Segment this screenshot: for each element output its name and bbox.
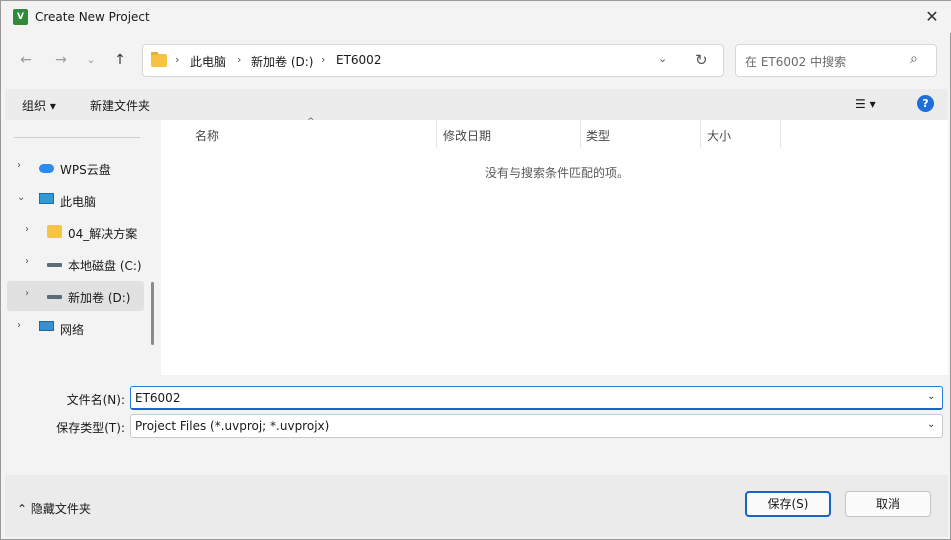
- cloud-icon: [39, 164, 54, 173]
- column-header-type[interactable]: 类型: [586, 127, 610, 144]
- filename-field[interactable]: ET6002 ⌄: [130, 386, 943, 410]
- cancel-button[interactable]: 取消: [845, 491, 931, 517]
- folder-icon: [151, 52, 167, 67]
- chevron-down-icon[interactable]: ⌄: [927, 419, 935, 430]
- forward-button[interactable]: →: [50, 49, 72, 71]
- breadcrumb-separator: ›: [321, 53, 326, 66]
- dialog-footer: ⌃ 隐藏文件夹 保存(S) 取消: [5, 475, 948, 537]
- tree-item-drive-d[interactable]: › 新加卷 (D:): [7, 281, 144, 311]
- app-icon: V: [13, 9, 28, 25]
- drive-icon: [47, 263, 62, 267]
- tree-item-label: 新加卷 (D:): [68, 291, 131, 305]
- hide-folders-toggle[interactable]: ⌃ 隐藏文件夹: [17, 500, 91, 517]
- breadcrumb-separator: ›: [237, 53, 242, 66]
- search-box[interactable]: 在 ET6002 中搜索 ⌕: [735, 44, 937, 77]
- create-project-dialog: V Create New Project ✕ ← → ⌄ ↑ › 此电脑 › 新…: [0, 0, 951, 540]
- organize-menu[interactable]: 组织 ▾: [22, 97, 56, 114]
- breadcrumb-drive-d[interactable]: 新加卷 (D:): [251, 53, 313, 70]
- back-button[interactable]: ←: [15, 49, 37, 71]
- file-type-select[interactable]: Project Files (*.uvproj; *.uvprojx) ⌄: [130, 414, 943, 438]
- tree-item-label: WPS云盘: [60, 163, 111, 177]
- drive-icon: [47, 295, 62, 299]
- chevron-down-icon[interactable]: ⌄: [927, 391, 935, 402]
- tree-item-solutions-folder[interactable]: › 04_解决方案: [5, 217, 155, 247]
- save-button[interactable]: 保存(S): [745, 491, 831, 517]
- file-type-label: 保存类型(T):: [56, 421, 125, 435]
- chevron-down-icon[interactable]: ⌄: [17, 192, 25, 203]
- address-bar[interactable]: › 此电脑 › 新加卷 (D:) › ET6002 ⌄ ↻: [142, 44, 724, 77]
- column-header-size[interactable]: 大小: [707, 127, 731, 144]
- folder-icon: [47, 225, 62, 238]
- tree-item-wps-cloud[interactable]: › WPS云盘: [5, 153, 155, 183]
- tree-item-network[interactable]: › 网络: [5, 313, 155, 343]
- navigation-pane: › WPS云盘 ⌄ 此电脑 › 04_解决方案 › 本地磁盘 (C:) › 新加…: [5, 120, 159, 375]
- empty-results-message: 没有与搜索条件匹配的项。: [485, 166, 630, 180]
- filename-label: 文件名(N):: [66, 393, 125, 407]
- tree-item-this-pc[interactable]: ⌄ 此电脑: [5, 185, 155, 215]
- divider: [14, 137, 140, 138]
- chevron-right-icon[interactable]: ›: [17, 160, 21, 171]
- column-divider[interactable]: [580, 120, 581, 148]
- breadcrumb-et6002[interactable]: ET6002: [336, 53, 381, 67]
- up-button[interactable]: ↑: [109, 49, 131, 71]
- toolbar: 组织 ▾ 新建文件夹 ☰ ▾ ?: [5, 89, 948, 120]
- chevron-right-icon[interactable]: ›: [25, 256, 29, 267]
- help-icon[interactable]: ?: [917, 95, 934, 112]
- sort-ascending-icon: ^: [307, 117, 315, 127]
- tree-item-label: 04_解决方案: [68, 227, 138, 241]
- new-folder-button[interactable]: 新建文件夹: [90, 97, 150, 114]
- computer-icon: [39, 193, 54, 204]
- file-list: ^ 名称 修改日期 类型 大小 没有与搜索条件匹配的项。: [161, 117, 948, 375]
- navigation-scrollbar[interactable]: [151, 282, 154, 345]
- search-icon[interactable]: ⌕: [910, 51, 918, 67]
- column-divider[interactable]: [700, 120, 701, 148]
- tree-item-label: 网络: [60, 323, 85, 337]
- chevron-right-icon[interactable]: ›: [17, 320, 21, 331]
- breadcrumb-this-pc[interactable]: 此电脑: [190, 53, 226, 70]
- search-input[interactable]: 在 ET6002 中搜索: [745, 53, 846, 70]
- file-type-value: Project Files (*.uvproj; *.uvprojx): [135, 419, 330, 433]
- network-icon: [39, 321, 54, 331]
- column-header-date-modified[interactable]: 修改日期: [443, 127, 491, 144]
- chevron-down-icon[interactable]: ⌄: [658, 52, 667, 65]
- tree-item-label: 此电脑: [60, 195, 97, 209]
- window-title: Create New Project: [35, 10, 150, 24]
- chevron-right-icon[interactable]: ›: [25, 224, 29, 235]
- view-options-button[interactable]: ☰ ▾: [855, 97, 876, 111]
- refresh-icon[interactable]: ↻: [695, 51, 708, 69]
- recent-locations-button[interactable]: ⌄: [80, 49, 102, 71]
- tree-item-drive-c[interactable]: › 本地磁盘 (C:): [5, 249, 155, 279]
- title-bar: V Create New Project ✕: [1, 1, 951, 33]
- column-divider[interactable]: [780, 120, 781, 148]
- filename-input[interactable]: ET6002: [135, 391, 180, 405]
- chevron-right-icon[interactable]: ›: [25, 288, 29, 299]
- column-divider[interactable]: [436, 120, 437, 148]
- tree-item-label: 本地磁盘 (C:): [68, 259, 142, 273]
- column-header-name[interactable]: 名称: [195, 127, 219, 144]
- close-button[interactable]: ✕: [917, 5, 947, 29]
- breadcrumb-separator: ›: [175, 53, 180, 66]
